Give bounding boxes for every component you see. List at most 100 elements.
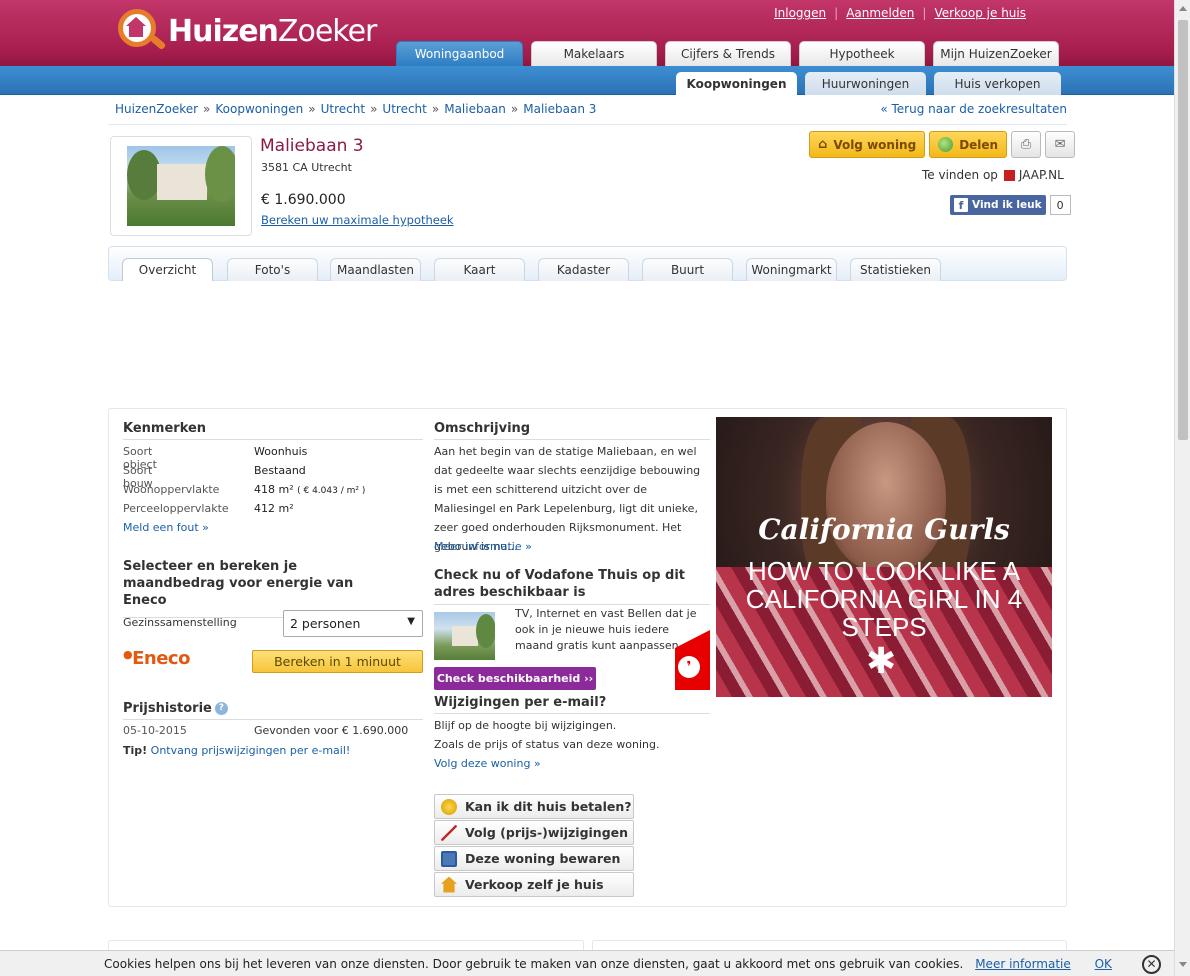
crumb-home[interactable]: HuizenZoeker (115, 102, 198, 116)
crumb-separator: » (370, 102, 378, 116)
sell-yourself-button[interactable]: Verkoop zelf je huis (434, 872, 634, 897)
subtab-koopwoningen[interactable]: Koopwoningen (676, 72, 797, 95)
subtab-huurwoningen[interactable]: Huurwoningen (805, 72, 926, 95)
tab-overzicht[interactable]: Overzicht (122, 258, 213, 281)
description-text: Aan het begin van de statige Maliebaan, … (434, 445, 701, 553)
cookie-message: Cookies helpen ons bij het leveren van o… (104, 957, 964, 971)
register-link[interactable]: Aanmelden (838, 6, 922, 20)
vodafone-house-image (434, 612, 495, 660)
scroll-up-icon[interactable] (1179, 6, 1187, 11)
save-property-label: Deze woning bewaren (465, 851, 621, 866)
sell-house-link[interactable]: Verkoop je huis (926, 6, 1034, 20)
crumb-separator: » (431, 102, 440, 116)
envelope-icon[interactable]: ✉ (1045, 131, 1076, 158)
price-per-m2: ( € 4.043 / m² ) (297, 486, 366, 496)
facebook-like-button[interactable]: f Vind ik leuk (950, 195, 1046, 215)
crumb-separator: » (203, 102, 211, 116)
history-date: 05-10-2015 (123, 724, 187, 737)
report-error-link[interactable]: Meld een fout » (123, 521, 209, 534)
advertisement-banner[interactable]: California Gurls HOW TO LOOK LIKE A CALI… (716, 417, 1052, 697)
divider (434, 439, 710, 440)
calculate-energy-button[interactable]: Bereken in 1 minuut (252, 650, 423, 673)
crumb-street[interactable]: Maliebaan (444, 102, 506, 116)
divider (108, 124, 1067, 125)
household-select[interactable]: 2 personen ▼ (283, 610, 423, 637)
ad-script-title: California Gurls (758, 513, 1010, 546)
tab-woningmarkt[interactable]: Woningmarkt (746, 258, 837, 281)
sub-nav: Koopwoningen Huurwoningen Huis verkopen (676, 72, 1061, 95)
price-history-section: Prijshistorie? (123, 701, 423, 720)
more-info-link[interactable]: Meer informatie » (434, 540, 532, 553)
follow-property-link[interactable]: Volg deze woning » (434, 757, 541, 770)
afford-house-button[interactable]: Kan ik dit huis betalen? (434, 794, 634, 819)
follow-label: Volg woning (833, 137, 917, 152)
property-price: € 1.690.000 (261, 192, 346, 208)
tab-hypotheek[interactable]: Hypotheek (799, 41, 925, 66)
scroll-thumb[interactable] (1178, 20, 1188, 440)
property-thumbnail[interactable] (110, 136, 252, 236)
site-logo[interactable]: HuizenZoeker (112, 6, 377, 56)
kenmerk-value: Bestaand (254, 464, 306, 477)
tab-kadaster[interactable]: Kadaster (538, 258, 629, 281)
tab-statistieken[interactable]: Statistieken (850, 258, 941, 281)
printer-icon[interactable]: ⎙ (1011, 131, 1042, 158)
tab-maandlasten[interactable]: Maandlasten (330, 258, 421, 281)
globe-icon (938, 137, 954, 152)
price-alert-link[interactable]: Ontvang prijswijzigingen per e-mail! (151, 744, 351, 757)
facebook-icon: f (954, 198, 968, 212)
check-availability-button[interactable]: Check beschikbaarheid ›› (434, 667, 596, 690)
subtab-huis-verkopen[interactable]: Huis verkopen (934, 72, 1061, 95)
crumb-address[interactable]: Maliebaan 3 (523, 102, 596, 116)
chart-trend-icon (441, 824, 457, 841)
vodafone-section: Check nu of Vodafone Thuis op dit adres … (434, 567, 710, 605)
divider (434, 604, 710, 605)
share-button[interactable]: Delen (929, 131, 1008, 158)
divider (434, 713, 710, 714)
follow-property-button[interactable]: ⌂ Volg woning (809, 131, 926, 158)
top-links: Inloggen | Aanmelden | Verkoop je huis (766, 6, 1034, 20)
tab-makelaars[interactable]: Makelaars (531, 41, 657, 66)
help-icon[interactable]: ? (214, 702, 228, 715)
kenmerk-label: Perceeloppervlakte (123, 502, 229, 515)
floppy-disk-icon (441, 850, 457, 867)
breadcrumb: HuizenZoeker » Koopwoningen » Utrecht » … (115, 102, 596, 116)
tab-mijn-huizenzoeker[interactable]: Mijn HuizenZoeker (933, 41, 1059, 66)
crumb-city[interactable]: Utrecht (382, 102, 426, 116)
found-on: Te vinden op JAAP.NL (922, 168, 1064, 182)
close-icon[interactable]: ✕ (1142, 955, 1161, 974)
back-to-results-link[interactable]: « Terug naar de zoekresultaten (880, 102, 1067, 116)
tab-woningaanbod[interactable]: Woningaanbod (396, 41, 523, 66)
facebook-like: f Vind ik leuk 0 (950, 195, 1071, 215)
description-section: Omschrijving (434, 421, 710, 440)
facebook-like-label: Vind ik leuk (972, 199, 1042, 211)
description-heading: Omschrijving (434, 421, 531, 436)
afford-house-label: Kan ik dit huis betalen? (465, 799, 632, 814)
facebook-like-count: 0 (1049, 195, 1071, 215)
eneco-dots-icon: ● (123, 648, 133, 661)
kenmerken-heading: Kenmerken (123, 421, 207, 436)
email-updates-heading: Wijzigingen per e-mail? (434, 695, 607, 710)
tab-buurt[interactable]: Buurt (642, 258, 733, 281)
tab-cijfers-trends[interactable]: Cijfers & Trends (665, 41, 791, 66)
crumb-separator: » (308, 102, 316, 116)
cookie-more-info-link[interactable]: Meer informatie (975, 957, 1071, 971)
tab-kaart[interactable]: Kaart (434, 258, 525, 281)
household-label: Gezinssamenstelling (123, 616, 237, 629)
eneco-logo: ●Eneco (123, 648, 190, 669)
follow-changes-button[interactable]: Volg (prijs-)wijzigingen (434, 820, 634, 845)
save-property-button[interactable]: Deze woning bewaren (434, 846, 634, 871)
mortgage-calc-link[interactable]: Bereken uw maximale hypotheek (261, 213, 454, 227)
cookie-ok-link[interactable]: OK (1095, 957, 1112, 971)
jaap-link[interactable]: JAAP.NL (1019, 168, 1064, 182)
page-scrollbar[interactable] (1174, 0, 1190, 976)
tab-fotos[interactable]: Foto's (227, 258, 318, 281)
chevron-down-icon: ▼ (407, 616, 415, 627)
property-address: 3581 CA Utrecht (261, 161, 352, 174)
email-updates-section: Wijzigingen per e-mail? (434, 695, 710, 714)
history-event: Gevonden voor € 1.690.000 (254, 724, 409, 737)
email-updates-line2: Zoals de prijs of status van deze woning… (434, 738, 660, 751)
crumb-koopwoningen[interactable]: Koopwoningen (215, 102, 303, 116)
scroll-down-icon[interactable] (1179, 962, 1187, 967)
login-link[interactable]: Inloggen (766, 6, 834, 20)
crumb-province[interactable]: Utrecht (321, 102, 365, 116)
